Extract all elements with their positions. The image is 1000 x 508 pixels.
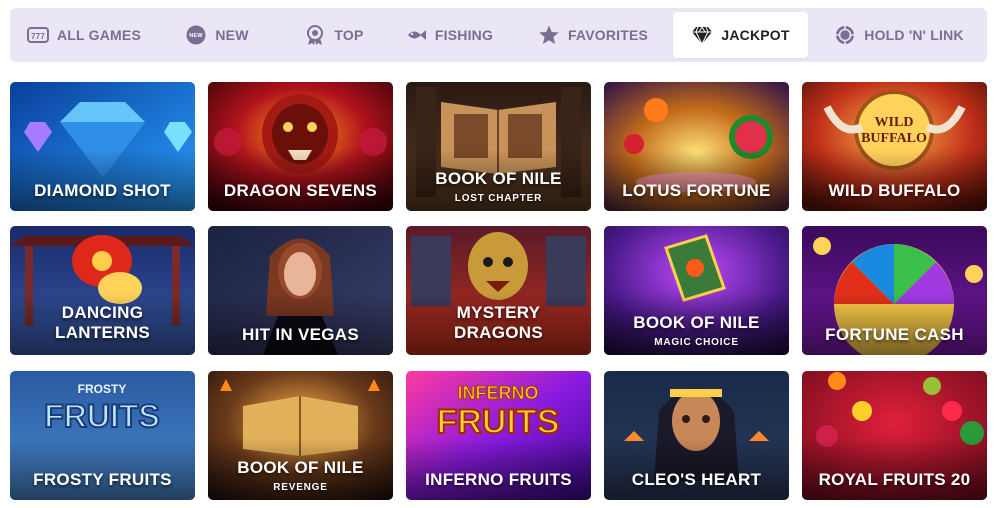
game-subtitle: LOST CHAPTER — [454, 193, 543, 204]
game-title: DANCING LANTERNS — [55, 303, 150, 342]
title-shade — [604, 438, 789, 500]
game-title: INFERNO FRUITS — [425, 470, 572, 489]
logo-text: FRUITS — [437, 403, 560, 441]
game-card-dancing-lanterns[interactable]: DANCING LANTERNS — [10, 226, 195, 355]
tab-jackpot[interactable]: JACKPOT — [673, 12, 808, 58]
tab-hold-n-link[interactable]: HOLD 'N' LINK — [836, 12, 964, 58]
game-card-book-of-nile-lost-chapter[interactable]: BOOK OF NILE LOST CHAPTER — [406, 82, 591, 211]
title-shade — [208, 293, 393, 355]
tab-label: FISHING — [434, 27, 494, 43]
game-title: MYSTERY DRAGONS — [454, 303, 543, 342]
game-title: DRAGON SEVENS — [223, 181, 378, 200]
game-title: FORTUNE CASH — [825, 325, 964, 344]
new-icon-text: NEW — [190, 33, 204, 39]
game-title: WILD BUFFALO — [828, 181, 961, 200]
logo-text: FRUITS — [44, 398, 160, 434]
tab-label: FAVORITES — [567, 27, 649, 43]
game-card-hit-in-vegas[interactable]: HIT IN VEGAS — [208, 226, 393, 355]
game-card-book-of-nile-magic-choice[interactable]: BOOK OF NILE MAGIC CHOICE — [604, 226, 789, 355]
logo-text: WILD — [875, 115, 914, 130]
game-title: DIAMOND SHOT — [34, 181, 171, 200]
award-badge-icon — [304, 24, 326, 46]
tab-all-games[interactable]: 777 ALL GAMES — [27, 12, 141, 58]
game-title: HIT IN VEGAS — [242, 325, 359, 344]
title-shade — [802, 438, 987, 500]
category-tabbar: 777 ALL GAMES NEW NEW TOP FISHING FAVORI… — [10, 8, 987, 62]
title-shade — [802, 293, 987, 355]
fish-icon — [405, 24, 427, 46]
tab-top[interactable]: TOP — [293, 12, 375, 58]
coin-icon — [834, 24, 856, 46]
logo-text: BUFFALO — [861, 131, 927, 146]
tab-new[interactable]: NEW NEW — [182, 12, 252, 58]
game-title: BOOK OF NILE — [435, 169, 562, 188]
logo-text: INFERNO — [458, 383, 539, 403]
title-shade — [10, 438, 195, 500]
tab-label: ALL GAMES — [57, 27, 141, 43]
tab-label: JACKPOT — [721, 27, 790, 43]
tab-label: TOP — [334, 27, 364, 43]
title-shade — [406, 438, 591, 500]
logo-text: FROSTY — [78, 382, 127, 396]
game-card-diamond-shot[interactable]: DIAMOND SHOT — [10, 82, 195, 211]
svg-text:777: 777 — [31, 32, 45, 41]
game-subtitle: REVENGE — [273, 482, 328, 493]
game-card-royal-fruits-20[interactable]: ROYAL FRUITS 20 — [802, 371, 987, 500]
title-shade — [604, 149, 789, 211]
game-title: FROSTY FRUITS — [33, 470, 172, 489]
game-card-wild-buffalo[interactable]: WILD BUFFALO WILD BUFFALO — [802, 82, 987, 211]
game-title: BOOK OF NILE — [237, 458, 364, 477]
game-title: BOOK OF NILE — [633, 313, 760, 332]
game-card-frosty-fruits[interactable]: FROSTY FRUITS FROSTY FRUITS — [10, 371, 195, 500]
title-shade — [208, 149, 393, 211]
game-card-dragon-sevens[interactable]: DRAGON SEVENS — [208, 82, 393, 211]
game-title: ROYAL FRUITS 20 — [818, 470, 971, 489]
tab-label: NEW — [215, 27, 249, 43]
title-shade — [802, 149, 987, 211]
game-title: LOTUS FORTUNE — [622, 181, 771, 200]
new-badge-icon: NEW — [185, 24, 207, 46]
star-icon — [538, 24, 560, 46]
game-card-cleos-heart[interactable]: CLEO'S HEART — [604, 371, 789, 500]
tab-fishing[interactable]: FISHING — [400, 12, 498, 58]
title-shade — [10, 149, 195, 211]
game-card-mystery-dragons[interactable]: MYSTERY DRAGONS — [406, 226, 591, 355]
game-card-inferno-fruits[interactable]: INFERNO FRUITS INFERNO FRUITS — [406, 371, 591, 500]
game-card-book-of-nile-revenge[interactable]: BOOK OF NILE REVENGE — [208, 371, 393, 500]
games-grid: DIAMOND SHOT DRAGON SEVENS BOOK OF NILE … — [10, 82, 989, 500]
tab-label: HOLD 'N' LINK — [864, 27, 964, 43]
game-subtitle: MAGIC CHOICE — [654, 337, 739, 348]
diamond-icon — [691, 24, 713, 46]
slot-777-icon: 777 — [27, 24, 49, 46]
game-title: CLEO'S HEART — [631, 470, 762, 489]
game-card-lotus-fortune[interactable]: LOTUS FORTUNE — [604, 82, 789, 211]
tab-favorites[interactable]: FAVORITES — [537, 12, 649, 58]
game-card-fortune-cash[interactable]: FORTUNE CASH — [802, 226, 987, 355]
